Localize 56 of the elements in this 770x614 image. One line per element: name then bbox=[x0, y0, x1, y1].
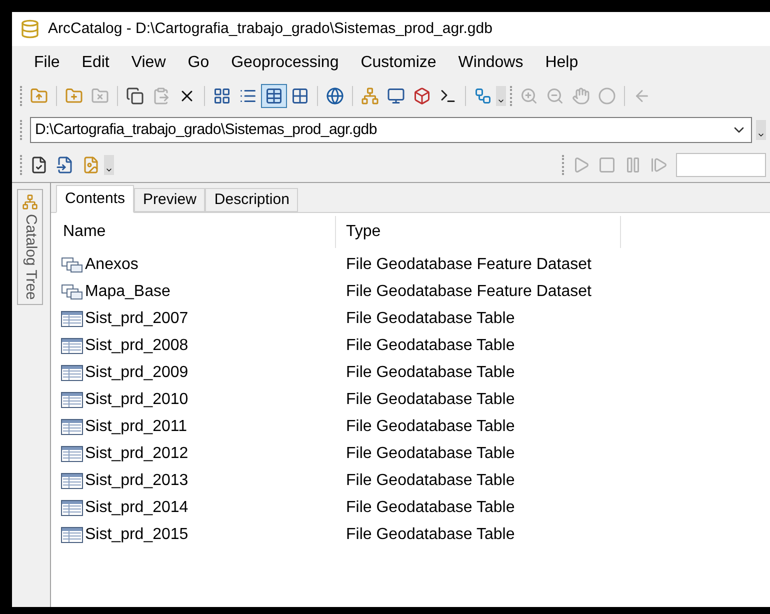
table-cell[interactable]: Sist_prd_2015 bbox=[85, 522, 188, 546]
tab[interactable]: Description bbox=[205, 188, 298, 212]
table-cell[interactable]: Sist_prd_2007 bbox=[85, 306, 188, 330]
table-cell-text: File Geodatabase Table bbox=[345, 390, 515, 410]
table-cell[interactable]: Mapa_Base bbox=[85, 280, 170, 304]
table-icon bbox=[61, 392, 83, 408]
toolbar-overflow-icon[interactable] bbox=[496, 86, 506, 106]
table-icon bbox=[61, 526, 83, 542]
menu-item[interactable]: File bbox=[34, 51, 60, 75]
table-icon bbox=[61, 500, 83, 516]
table-icon bbox=[61, 418, 83, 434]
table-cell[interactable]: Sist_prd_2008 bbox=[85, 334, 188, 358]
table-cell[interactable]: Sist_prd_2013 bbox=[85, 468, 188, 492]
table-cell-text: File Geodatabase Table bbox=[345, 524, 515, 544]
table-cell-text: File Geodatabase Table bbox=[345, 336, 515, 356]
table-cell[interactable]: Sist_prd_2009 bbox=[85, 360, 188, 384]
menu-item[interactable]: Edit bbox=[82, 51, 110, 75]
table-cell-text: File Geodatabase Feature Dataset bbox=[345, 254, 592, 274]
app-icon bbox=[20, 19, 40, 39]
column-header[interactable]: Name bbox=[51, 216, 336, 248]
tab[interactable]: Preview bbox=[134, 188, 206, 212]
table-cell-text: File Geodatabase Table bbox=[345, 308, 515, 328]
menu-item[interactable]: Windows bbox=[458, 51, 524, 75]
combo-field[interactable] bbox=[676, 153, 766, 177]
table-cell-text: File Geodatabase Feature Dataset bbox=[345, 282, 592, 302]
table-icon bbox=[61, 338, 83, 354]
table-cell-text: File Geodatabase Table bbox=[345, 444, 515, 464]
menu-item[interactable]: View bbox=[131, 51, 166, 75]
window-title: ArcCatalog - D:\Cartografia_trabajo_grado\Sistemas_prod_agr.gdb bbox=[48, 18, 492, 39]
tab[interactable]: Contents bbox=[56, 185, 134, 213]
toolbar-overflow-icon[interactable] bbox=[104, 155, 114, 175]
table-cell[interactable]: Sist_prd_2010 bbox=[85, 388, 188, 412]
table-icon bbox=[61, 310, 83, 326]
table-cell[interactable]: Sist_prd_2012 bbox=[85, 442, 188, 466]
column-header[interactable]: Type bbox=[336, 216, 621, 248]
catalog-tree-icon bbox=[22, 194, 38, 210]
menu-item[interactable]: Help bbox=[545, 51, 578, 75]
view-icon[interactable] bbox=[261, 84, 287, 108]
feature-dataset-icon bbox=[61, 284, 83, 300]
catalog-tree-tab[interactable]: Catalog Tree bbox=[17, 189, 43, 305]
location-field[interactable]: D:\Cartografia_trabajo_grado\Sistemas_prod_agr.gdb bbox=[30, 117, 752, 143]
feature-dataset-icon bbox=[61, 256, 83, 272]
table-cell-text: File Geodatabase Table bbox=[345, 498, 515, 518]
table-cell-text: File Geodatabase Table bbox=[345, 362, 515, 382]
menu-item[interactable]: Customize bbox=[360, 51, 436, 75]
table-cell-text: File Geodatabase Table bbox=[345, 416, 515, 436]
toolbar-overflow-icon[interactable] bbox=[756, 120, 766, 140]
table-cell[interactable]: Anexos bbox=[85, 252, 138, 276]
table-cell[interactable]: Sist_prd_2014 bbox=[85, 496, 188, 520]
table-icon bbox=[61, 364, 83, 380]
table-cell-text: File Geodatabase Table bbox=[345, 470, 515, 490]
table-icon bbox=[61, 446, 83, 462]
table-icon bbox=[61, 472, 83, 488]
menu-item[interactable]: Go bbox=[188, 51, 210, 75]
table-cell[interactable]: Sist_prd_2011 bbox=[85, 414, 187, 438]
menu-item[interactable]: Geoprocessing bbox=[231, 51, 339, 75]
